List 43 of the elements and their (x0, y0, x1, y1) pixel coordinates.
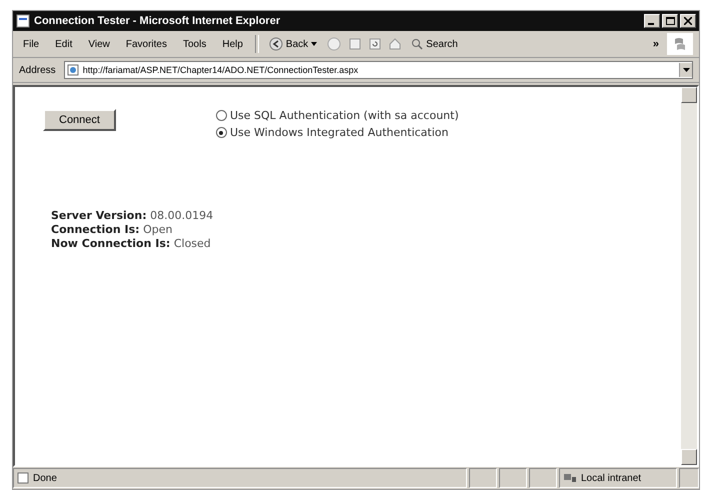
search-icon (411, 38, 424, 50)
menu-item[interactable]: View (84, 38, 114, 50)
info-label: Connection Is: (51, 223, 140, 236)
status-panel (499, 468, 527, 488)
caret-icon (311, 42, 318, 46)
address-label: Address (19, 64, 56, 76)
resize-grip[interactable] (679, 468, 699, 488)
info-value: Open (143, 223, 172, 236)
status-panel (469, 468, 497, 488)
menu-item[interactable]: Edit (51, 38, 76, 50)
menu-item[interactable]: File (19, 38, 44, 50)
info-label: Now Connection Is: (51, 237, 170, 250)
radio-button[interactable] (216, 110, 227, 121)
search-button[interactable]: Search (409, 38, 460, 50)
refresh-icon[interactable] (369, 38, 382, 50)
connect-button[interactable]: Connect (43, 109, 116, 131)
info-label: Server Version: (51, 209, 147, 222)
scroll-bar[interactable] (681, 87, 697, 465)
info-value: 08.00.0194 (150, 209, 214, 222)
radio-label: Use SQL Authentication (with sa account) (230, 109, 459, 122)
page-icon (66, 64, 79, 76)
back-button[interactable]: Back (266, 37, 320, 51)
window-title: Connection Tester - Microsoft Internet Explorer (34, 15, 280, 27)
address-field[interactable]: http://fariamat/ASP.NET/Chapter14/ADO.NET/ConnectionTester.aspx (64, 61, 693, 79)
menu-item[interactable]: Help (218, 38, 247, 50)
minimize-button[interactable] (644, 14, 660, 28)
status-text: Done (33, 472, 57, 484)
status-panel (529, 468, 557, 488)
url-text: http://fariamat/ASP.NET/Chapter14/ADO.NET/ConnectionTester.aspx (82, 65, 358, 75)
more-chevron[interactable]: » (652, 38, 659, 50)
menu-item[interactable]: Favorites (122, 38, 171, 50)
zone-text: Local intranet (581, 472, 642, 484)
page-icon (16, 14, 30, 28)
page-icon (17, 472, 29, 484)
maximize-icon (666, 17, 674, 25)
close-button[interactable] (680, 14, 696, 28)
radio-button[interactable] (216, 127, 227, 138)
menu-item[interactable]: Tools (178, 38, 210, 50)
network-icon (563, 472, 577, 484)
radio-label: Use Windows Integrated Authentication (230, 126, 448, 139)
close-icon (684, 17, 692, 25)
info-value: Closed (174, 237, 211, 250)
maximize-button[interactable] (662, 14, 678, 28)
